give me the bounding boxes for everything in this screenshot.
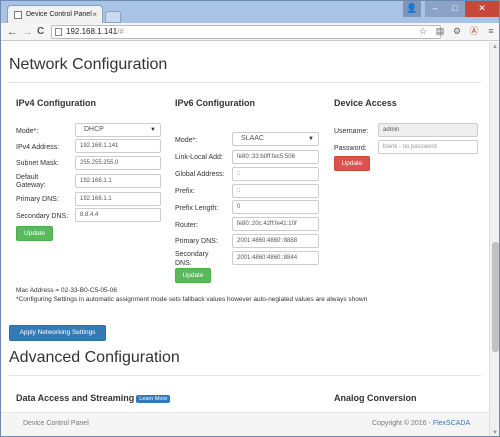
prefix-input[interactable]: :: [232, 184, 319, 198]
scrollbar-thumb[interactable] [492, 242, 499, 352]
ipv4-secondary-dns-label: Secondary DNS: [16, 213, 69, 220]
advanced-divider [9, 375, 481, 376]
url-host: 192.168.1.141 [66, 27, 118, 36]
ipv4-mode-select[interactable]: DHCP ▼ [75, 123, 161, 137]
menu-icon[interactable]: ≡ [485, 25, 497, 38]
global-address-input[interactable]: :: [232, 167, 319, 181]
user-profile-icon[interactable]: 👤 [403, 1, 421, 17]
ipv4-secondary-dns-input[interactable]: 8.8.4.4 [75, 208, 161, 222]
chevron-down-icon: ▼ [150, 127, 156, 133]
footer-app-name: Device Control Panel [23, 420, 89, 427]
adblock-icon[interactable]: Ⓐ [468, 25, 480, 38]
vertical-scrollbar[interactable]: ▲ ▼ [489, 42, 499, 436]
browser-toolbar: ← → C 192.168.1.141/# ☆ ▤ ⚙ Ⓐ ≡ [1, 23, 499, 41]
tab-title: Device Control Panel [26, 11, 92, 18]
analog-conversion-heading: Analog Conversion [334, 393, 417, 403]
forward-arrow-icon[interactable]: → [22, 24, 33, 40]
scroll-down-icon[interactable]: ▼ [492, 430, 498, 436]
page-action-icon[interactable]: ▤ [434, 25, 446, 38]
ipv4-mode-value: DHCP [84, 126, 104, 133]
password-label: Password: [334, 145, 367, 152]
ipv6-primary-dns-input[interactable]: 2001:4860:4860::8888 [232, 234, 319, 248]
page-viewport: Network Configuration IPv4 Configuration… [1, 42, 489, 436]
reload-icon[interactable]: C [37, 24, 44, 40]
apply-networking-button[interactable]: Apply Networking Settings [9, 325, 106, 341]
subnet-mask-label: Subnet Mask: [16, 160, 59, 167]
ipv4-update-button[interactable]: Update [16, 226, 53, 241]
router-input[interactable]: fe80::20c:42ff:fe41:10f [232, 217, 319, 231]
ipv4-primary-dns-label: Primary DNS: [16, 196, 59, 203]
flexscada-link[interactable]: FlexSCADA [433, 420, 470, 427]
maximize-button[interactable]: □ [445, 1, 465, 17]
ipv4-mode-label: Mode*: [16, 128, 39, 135]
prefix-length-input[interactable]: 0 [232, 200, 319, 214]
scroll-up-icon[interactable]: ▲ [492, 44, 498, 50]
router-label: Router: [175, 222, 198, 229]
ipv6-heading: IPv6 Configuration [175, 98, 256, 108]
network-config-title: Network Configuration [9, 56, 168, 73]
section-divider [9, 82, 481, 83]
ipv6-mode-select[interactable]: SLAAC ▼ [232, 132, 319, 146]
ipv6-secondary-dns-label: Secondary [175, 251, 209, 258]
ipv4-heading: IPv4 Configuration [16, 98, 97, 108]
ipv6-secondary-dns-input[interactable]: 2001:4860:4860::8844 [232, 251, 319, 265]
footer-copyright: Copyright © 2016 - FlexSCADA [372, 420, 470, 427]
bookmark-star-icon[interactable]: ☆ [417, 25, 429, 38]
subnet-mask-input[interactable]: 255.255.255.0 [75, 156, 161, 170]
data-access-heading: Data Access and Streaming Learn More [16, 393, 171, 403]
prefix-label: Prefix: [175, 188, 195, 195]
username-label: Username: [334, 128, 369, 135]
ipv4-address-label: IPv4 Address: [16, 144, 60, 151]
ipv6-primary-dns-label: Primary DNS: [175, 238, 218, 245]
data-access-heading-text: Data Access and Streaming [16, 393, 135, 403]
browser-tab[interactable]: Device Control Panel × [7, 5, 103, 23]
back-arrow-icon[interactable]: ← [7, 24, 18, 40]
auto-mode-note: *Configuring Settings in automatic assig… [16, 296, 368, 303]
extension-icons: ☆ ▤ ⚙ Ⓐ ≡ [417, 25, 497, 38]
url-hash: /# [117, 27, 124, 36]
new-tab-button[interactable] [105, 11, 121, 23]
title-bar: Device Control Panel × 👤 – □ ✕ [1, 1, 499, 23]
ipv4-address-input[interactable]: 192.168.1.141 [75, 139, 161, 153]
password-input[interactable]: blank - no password [378, 140, 478, 154]
prefix-length-label: Prefix Length: [175, 205, 219, 212]
device-access-heading: Device Access [334, 98, 397, 108]
chevron-down-icon: ▼ [308, 136, 314, 142]
gateway-label-line2: Gateway: [16, 182, 46, 189]
ipv6-update-button[interactable]: Update [175, 268, 211, 283]
tab-close-icon[interactable]: × [92, 6, 97, 23]
learn-more-button[interactable]: Learn More [136, 395, 171, 403]
browser-window: Device Control Panel × 👤 – □ ✕ ← → C 192… [0, 0, 500, 437]
link-local-input[interactable]: fe80::33:b0ff:fec5:506 [232, 150, 319, 164]
minimize-button[interactable]: – [425, 1, 445, 17]
address-bar[interactable]: 192.168.1.141/# [51, 25, 441, 39]
extension-icon[interactable]: ⚙ [451, 25, 463, 38]
username-input[interactable]: admin [378, 123, 478, 137]
page-footer: Device Control Panel Copyright © 2016 - … [1, 412, 489, 436]
ipv6-secondary-dns-label-line2: DNS: [175, 260, 192, 267]
page-favicon-icon [14, 11, 22, 19]
gateway-input[interactable]: 192.168.1.1 [75, 174, 161, 188]
advanced-config-title: Advanced Configuration [9, 349, 180, 366]
mac-address-text: Mac Address = 02-33-B0-C5-05-06 [16, 287, 117, 294]
link-local-label: Link-Local Add: [175, 154, 223, 161]
global-address-label: Global Address: [175, 171, 225, 178]
ipv6-mode-value: SLAAC [241, 135, 264, 142]
ipv4-primary-dns-input[interactable]: 192.168.1.1 [75, 192, 161, 206]
page-icon [55, 28, 62, 36]
close-window-button[interactable]: ✕ [465, 1, 499, 17]
window-controls: 👤 – □ ✕ [403, 1, 499, 17]
access-update-button[interactable]: Update [334, 156, 370, 171]
footer-copyright-text: Copyright © 2016 - [372, 420, 433, 427]
ipv6-mode-label: Mode*: [175, 137, 198, 144]
